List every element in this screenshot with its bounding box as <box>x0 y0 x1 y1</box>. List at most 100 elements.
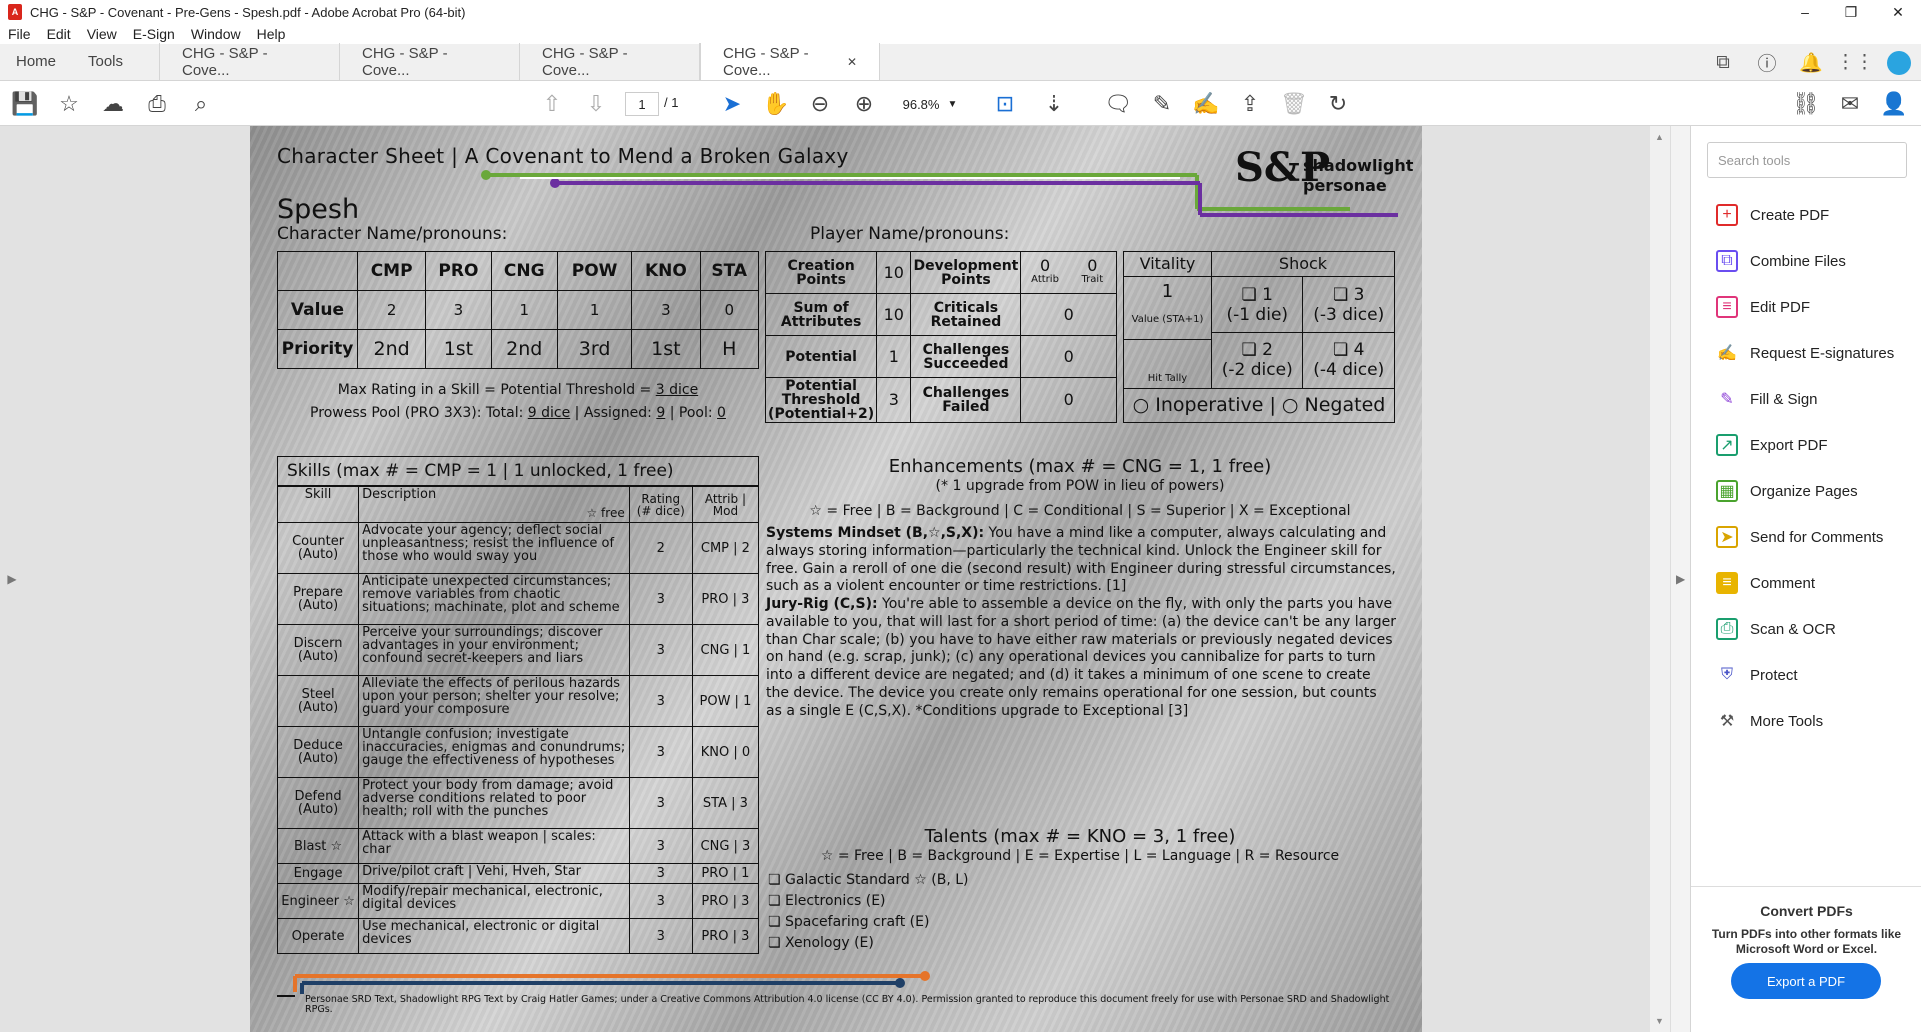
list-item[interactable]: ❏ Electronics (E) <box>768 891 969 912</box>
menu-edit[interactable]: Edit <box>39 26 79 42</box>
scroll-mode-icon[interactable]: ⇣ <box>1034 81 1074 126</box>
delete-icon[interactable]: 🗑 <box>1274 81 1314 126</box>
skill-attrib[interactable]: CNG | 1 <box>691 624 760 676</box>
menu-view[interactable]: View <box>79 26 125 42</box>
list-item[interactable]: ❏ Galactic Standard ☆ (B, L) <box>768 870 969 891</box>
tool-protect[interactable]: ⛨ Protect <box>1716 658 1798 692</box>
status-inoperative-negated[interactable]: ○ Inoperative | ○ Negated <box>1123 387 1395 424</box>
tab-document-1[interactable]: CHG - S&P - Cove... <box>160 43 340 80</box>
challenges-succeeded-value[interactable]: 0 <box>1020 335 1117 378</box>
email-icon[interactable]: ✉ <box>1830 81 1870 126</box>
attr-value[interactable]: 3 <box>425 290 492 330</box>
notifications-bell-icon[interactable]: 🔔 <box>1789 44 1833 81</box>
checkbox-icon[interactable]: ❏ <box>1333 285 1348 305</box>
skill-attrib[interactable]: CMP | 2 <box>691 522 760 574</box>
print-icon[interactable]: ⎙ <box>137 81 177 126</box>
help-icon[interactable]: ⓘ <box>1745 44 1789 81</box>
skill-attrib[interactable]: KNO | 0 <box>691 726 760 778</box>
vertical-scrollbar[interactable]: ▲ ▼ <box>1650 126 1670 1032</box>
checkbox-icon[interactable]: ❏ <box>1333 340 1348 360</box>
attr-priority[interactable]: 3rd <box>556 329 633 369</box>
shock-4-cell[interactable]: ❏ 4 (-4 dice) <box>1302 331 1395 389</box>
tool-send-for-comments[interactable]: ➤ Send for Comments <box>1716 520 1883 554</box>
skill-rating[interactable]: 2 <box>628 522 693 574</box>
potential-value[interactable]: 1 <box>876 335 912 378</box>
shock-1-cell[interactable]: ❏ 1 (-1 die) <box>1210 276 1304 333</box>
highlight-pen-icon[interactable]: ✎ <box>1142 81 1182 126</box>
attr-value[interactable]: 0 <box>699 290 759 330</box>
tool-create-pdf[interactable]: + Create PDF <box>1716 198 1829 232</box>
export-pdf-button[interactable]: Export a PDF <box>1731 963 1881 999</box>
attr-value[interactable]: 3 <box>631 290 701 330</box>
skill-rating[interactable]: 3 <box>628 828 693 864</box>
skill-attrib[interactable]: PRO | 3 <box>691 883 760 919</box>
criticals-retained-value[interactable]: 0 <box>1020 293 1117 336</box>
creation-points-value[interactable]: 10 <box>876 251 912 294</box>
checkbox-icon[interactable]: ❏ <box>1242 340 1257 360</box>
previous-page-icon[interactable]: ⇧ <box>532 81 572 126</box>
scroll-down-icon[interactable]: ▼ <box>1655 1016 1664 1026</box>
tool-scan-ocr[interactable]: ⎙ Scan & OCR <box>1716 612 1836 646</box>
rotate-icon[interactable]: ↻ <box>1318 81 1358 126</box>
tab-home[interactable]: Home <box>0 43 80 80</box>
attr-priority[interactable]: 1st <box>425 329 492 369</box>
maximize-button[interactable]: ❐ <box>1828 0 1874 24</box>
vitality-cell[interactable]: 1 Value (STA+1) Hit Tally <box>1123 276 1212 389</box>
user-avatar[interactable] <box>1877 44 1921 81</box>
select-cursor-icon[interactable]: ➤ <box>712 81 752 126</box>
list-item[interactable]: ❏ Spacefaring craft (E) <box>768 912 969 933</box>
comment-icon[interactable]: 🗨 <box>1098 81 1138 126</box>
close-tab-icon[interactable]: ✕ <box>847 55 857 69</box>
potential-threshold-value[interactable]: 3 <box>876 377 912 423</box>
page-fit-icon[interactable]: ⊡ <box>985 81 1025 126</box>
tool-combine-files[interactable]: ⧉ Combine Files <box>1716 244 1846 278</box>
tab-document-4-active[interactable]: CHG - S&P - Cove... ✕ <box>700 43 880 80</box>
attr-value[interactable]: 2 <box>356 290 427 330</box>
link-icon[interactable]: ⛓ <box>1786 81 1826 126</box>
development-trait-cell[interactable]: 0 Trait <box>1068 251 1117 294</box>
next-page-icon[interactable]: ⇩ <box>576 81 616 126</box>
apps-grid-icon[interactable]: ⋮⋮ <box>1833 44 1877 81</box>
skill-attrib[interactable]: STA | 3 <box>691 777 760 829</box>
tool-edit-pdf[interactable]: ≡ Edit PDF <box>1716 290 1810 324</box>
left-panel-toggle[interactable]: ▶ <box>0 126 24 1032</box>
skill-rating[interactable]: 3 <box>628 883 693 919</box>
menu-file[interactable]: File <box>0 26 39 42</box>
tool-export-pdf[interactable]: ↗ Export PDF <box>1716 428 1828 462</box>
tab-tools[interactable]: Tools <box>80 43 160 80</box>
list-item[interactable]: ❏ Xenology (E) <box>768 933 969 954</box>
skill-attrib[interactable]: PRO | 3 <box>691 918 760 954</box>
tab-document-3[interactable]: CHG - S&P - Cove... <box>520 43 700 80</box>
zoom-out-icon[interactable]: ⊖ <box>800 81 840 126</box>
skill-attrib[interactable]: POW | 1 <box>691 675 760 727</box>
minimize-button[interactable]: – <box>1782 0 1828 24</box>
skill-rating[interactable]: 3 <box>628 777 693 829</box>
hand-tool-icon[interactable]: ✋ <box>756 81 796 126</box>
shock-2-cell[interactable]: ❏ 2 (-2 dice) <box>1210 331 1304 389</box>
development-attrib-cell[interactable]: 0 Attrib <box>1020 251 1069 294</box>
skill-rating[interactable]: 3 <box>628 863 693 884</box>
attr-priority[interactable]: 2nd <box>490 329 558 369</box>
save-icon[interactable]: 💾 <box>5 81 45 126</box>
tab-document-2[interactable]: CHG - S&P - Cove... <box>340 43 520 80</box>
find-zoom-icon[interactable]: ⌕ <box>181 81 221 126</box>
tool-comment[interactable]: ≡ Comment <box>1716 566 1815 600</box>
menu-esign[interactable]: E-Sign <box>125 26 183 42</box>
scroll-up-icon[interactable]: ▲ <box>1655 132 1664 142</box>
attr-priority[interactable]: 1st <box>631 329 701 369</box>
challenges-failed-value[interactable]: 0 <box>1020 377 1117 423</box>
page-number-input[interactable]: 1 <box>625 92 659 116</box>
share-screen-icon[interactable]: ⧉ <box>1701 44 1745 81</box>
attr-value[interactable]: 1 <box>490 290 558 330</box>
tool-more-tools[interactable]: ⚒ More Tools <box>1716 704 1823 738</box>
zoom-in-icon[interactable]: ⊕ <box>844 81 884 126</box>
menu-window[interactable]: Window <box>183 26 249 42</box>
right-panel-toggle[interactable]: ▶ <box>1670 126 1690 1032</box>
zoom-level-dropdown[interactable]: 96.8% ▼ <box>894 92 966 116</box>
skill-attrib[interactable]: PRO | 3 <box>691 573 760 625</box>
bookmark-star-icon[interactable]: ☆ <box>49 81 89 126</box>
sum-attributes-value[interactable]: 10 <box>876 293 912 336</box>
menu-help[interactable]: Help <box>249 26 294 42</box>
skill-rating[interactable]: 3 <box>628 918 693 954</box>
shock-3-cell[interactable]: ❏ 3 (-3 dice) <box>1302 276 1395 333</box>
